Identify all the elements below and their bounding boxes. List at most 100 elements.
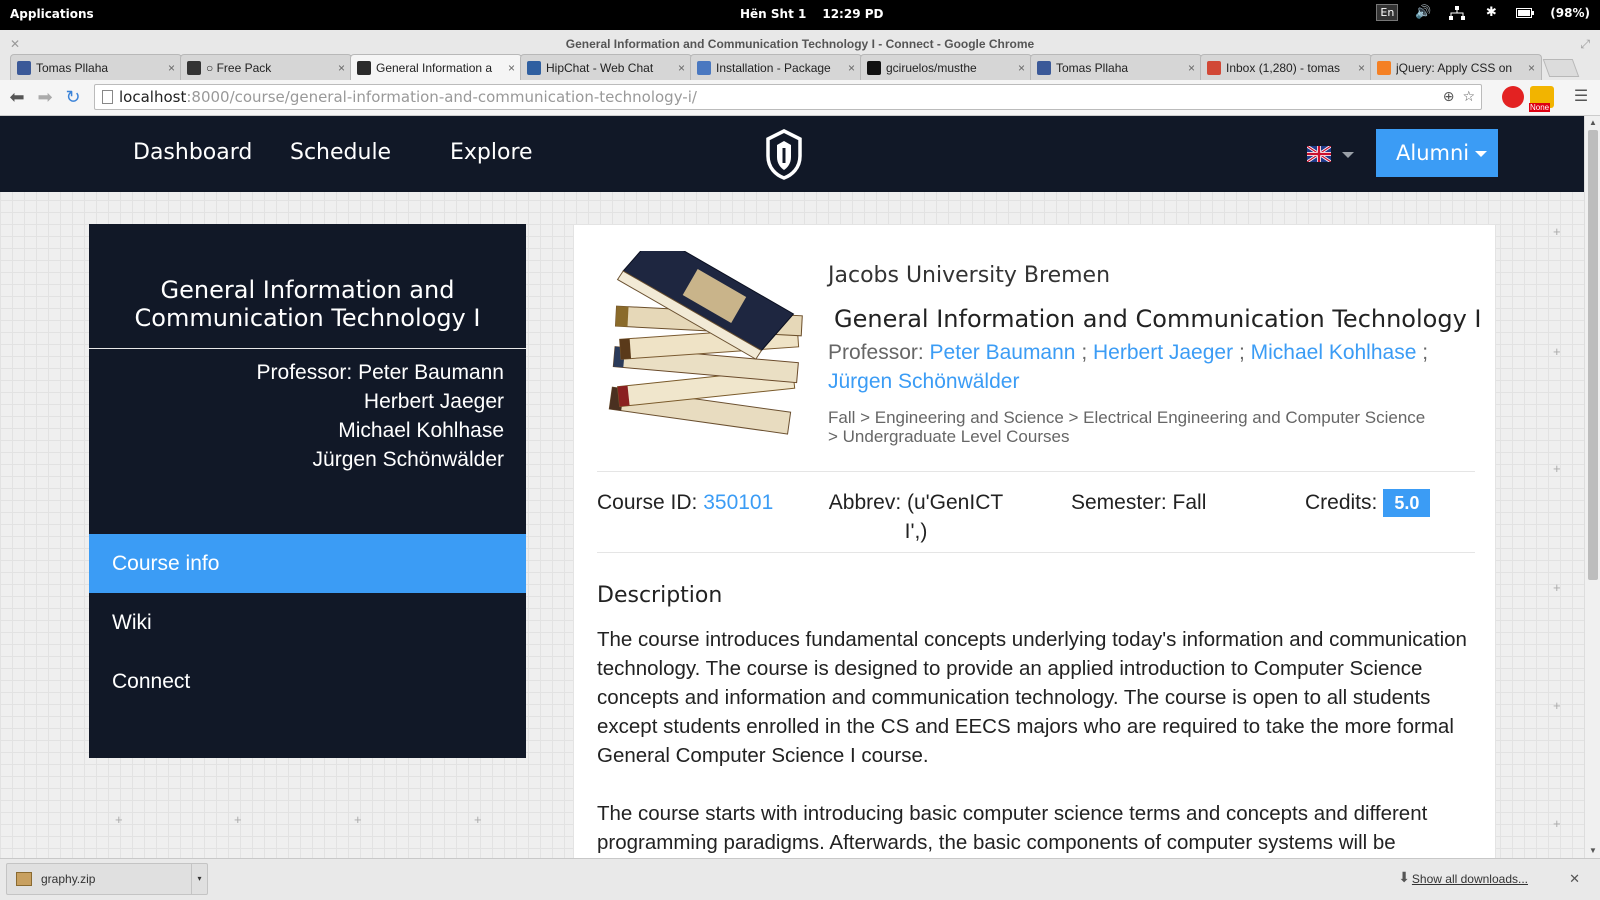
tab-label: gciruelos/musthe — [886, 60, 977, 75]
grid-plus-mark: + — [1553, 344, 1561, 359]
grid-plus-mark: + — [234, 812, 242, 827]
abbrev-line: Abbrev: (u'GenICT — [828, 491, 1004, 514]
tab-label: Installation - Package — [716, 60, 831, 75]
tab-close-icon[interactable]: × — [1528, 61, 1535, 75]
course-id-label: Course ID: — [597, 491, 698, 514]
credits-label: Credits: — [1305, 491, 1378, 514]
sidebar-professor: Peter Baumann — [358, 361, 504, 384]
browser-tab[interactable]: ○ Free Pack × — [180, 54, 352, 80]
reload-icon[interactable]: ↻ — [62, 86, 84, 108]
professor-link-baumann[interactable]: Peter Baumann — [930, 341, 1076, 364]
download-item[interactable]: graphy.zip ▾ — [6, 863, 208, 895]
browser-tab[interactable]: jQuery: Apply CSS on × — [1370, 54, 1542, 80]
package-icon — [697, 60, 711, 75]
professor-line: Professor: Peter Baumann ; Herbert Jaege… — [828, 338, 1468, 396]
books-image — [608, 251, 803, 435]
sidebar-item-course-info[interactable]: Course info — [89, 534, 526, 593]
tab-close-icon[interactable]: × — [678, 61, 685, 75]
keyboard-layout-indicator[interactable]: En — [1376, 4, 1399, 21]
grid-plus-mark: + — [1553, 461, 1561, 476]
grid-plus-mark: + — [1553, 580, 1561, 595]
close-icon[interactable]: ✕ — [1569, 871, 1580, 887]
course-id: Course ID: 350101 — [597, 488, 773, 517]
grid-plus-mark: + — [354, 812, 362, 827]
zip-file-icon — [16, 872, 32, 886]
chat-icon — [527, 60, 541, 75]
description-paragraph: The course introduces fundamental concep… — [597, 628, 1467, 767]
new-tab-button[interactable] — [1542, 59, 1580, 77]
browser-tab[interactable]: Installation - Package × — [690, 54, 862, 80]
page-scrollbar[interactable]: ▲ ▼ — [1584, 116, 1600, 858]
battery-percentage: (98%) — [1550, 5, 1590, 20]
scroll-down-icon[interactable]: ▼ — [1589, 846, 1597, 855]
sidebar-item-connect[interactable]: Connect — [89, 652, 526, 711]
show-all-downloads-link[interactable]: Show all downloads... — [1412, 872, 1528, 886]
date-label: Hën Sht 1 — [740, 7, 807, 21]
tab-close-icon[interactable]: × — [508, 61, 515, 75]
scrollbar-thumb[interactable] — [1588, 130, 1598, 580]
connect-icon — [357, 60, 371, 75]
browser-tab[interactable]: gciruelos/musthe × — [860, 54, 1032, 80]
nav-explore-link[interactable]: Explore — [450, 140, 533, 165]
back-arrow-icon[interactable]: ⬅ — [6, 86, 28, 108]
professor-link-schoenwaelder[interactable]: Jürgen Schönwälder — [828, 370, 1019, 393]
course-sidebar: General Information and Communication Te… — [89, 224, 526, 758]
browser-tab[interactable]: HipChat - Web Chat × — [520, 54, 692, 80]
tab-close-icon[interactable]: × — [848, 61, 855, 75]
alumni-dropdown-button[interactable]: Alumni — [1376, 129, 1498, 177]
bluetooth-icon[interactable]: ✱ — [1482, 5, 1500, 20]
grid-plus-mark: + — [1553, 224, 1561, 239]
language-dropdown-caret-icon[interactable] — [1342, 152, 1354, 158]
breadcrumb-line: Fall > Engineering and Science > Electri… — [828, 408, 1426, 427]
professor-separator: ; — [1238, 341, 1245, 364]
forward-arrow-icon[interactable]: ➡ — [34, 86, 56, 108]
volume-icon[interactable]: 🔊 — [1414, 5, 1432, 20]
tab-close-icon[interactable]: × — [168, 61, 175, 75]
tab-close-icon[interactable]: × — [1188, 61, 1195, 75]
page-viewport: Dashboard Schedule Explore Alumni + + + … — [0, 116, 1584, 858]
extension-badge: None — [1529, 103, 1551, 112]
download-filename: graphy.zip — [41, 872, 96, 886]
adblock-extension-icon[interactable] — [1502, 86, 1524, 108]
sidebar-item-wiki[interactable]: Wiki — [89, 593, 526, 652]
professor-link-kohlhase[interactable]: Michael Kohlhase — [1251, 341, 1417, 364]
scroll-up-icon[interactable]: ▲ — [1589, 118, 1597, 127]
browser-tab[interactable]: Tomas Pllaha × — [10, 54, 182, 80]
address-bar[interactable]: localhost:8000/course/general-informatio… — [94, 84, 1482, 110]
user-agent-extension-icon[interactable]: None — [1529, 86, 1554, 112]
nav-dashboard-link[interactable]: Dashboard — [133, 140, 252, 165]
tab-close-icon[interactable]: × — [1358, 61, 1365, 75]
university-name: Jacobs University Bremen — [828, 263, 1111, 288]
sidebar-professor-label: Professor: — [256, 361, 353, 384]
tab-label: HipChat - Web Chat — [546, 60, 654, 75]
course-breadcrumb: Fall > Engineering and Science > Electri… — [828, 408, 1468, 446]
tab-close-icon[interactable]: × — [338, 61, 345, 75]
battery-icon[interactable] — [1516, 6, 1535, 20]
course-info-card: Jacobs University Bremen General Informa… — [573, 224, 1496, 858]
professor-separator: ; — [1422, 341, 1429, 364]
window-title: General Information and Communication Te… — [565, 37, 1035, 51]
bookmark-star-icon[interactable]: ☆ — [1462, 85, 1475, 109]
browser-tab[interactable]: General Information a × — [350, 54, 522, 80]
site-logo-icon[interactable] — [764, 128, 804, 180]
browser-tab[interactable]: Inbox (1,280) - tomas × — [1200, 54, 1372, 80]
tab-close-icon[interactable]: × — [1018, 61, 1025, 75]
uk-flag-icon[interactable] — [1307, 146, 1331, 162]
zoom-icon[interactable]: ⊕ — [1443, 85, 1455, 109]
clock[interactable]: Hën Sht 1 12:29 PD — [740, 7, 900, 21]
professor-link-jaeger[interactable]: Herbert Jaeger — [1093, 341, 1233, 364]
nav-schedule-link[interactable]: Schedule — [290, 140, 391, 165]
course-id-link[interactable]: 350101 — [703, 491, 773, 514]
description-paragraph: The course starts with introducing basic… — [597, 802, 1428, 854]
tab-label: Tomas Pllaha — [1056, 60, 1129, 75]
tab-strip: Tomas Pllaha × ○ Free Pack × General Informa… — [0, 54, 1600, 80]
chevron-down-icon[interactable]: ▾ — [191, 864, 207, 894]
breadcrumb-line: > Undergraduate Level Courses — [828, 427, 1070, 446]
chrome-menu-icon[interactable]: ☰ — [1570, 86, 1592, 108]
applications-menu[interactable]: Applications — [10, 7, 94, 21]
divider — [597, 471, 1475, 472]
abbrev-line: I',) — [904, 520, 928, 543]
sidebar-professor: Jürgen Schönwälder — [312, 448, 504, 471]
browser-tab[interactable]: Tomas Pllaha × — [1030, 54, 1202, 80]
network-icon[interactable] — [1448, 5, 1466, 20]
